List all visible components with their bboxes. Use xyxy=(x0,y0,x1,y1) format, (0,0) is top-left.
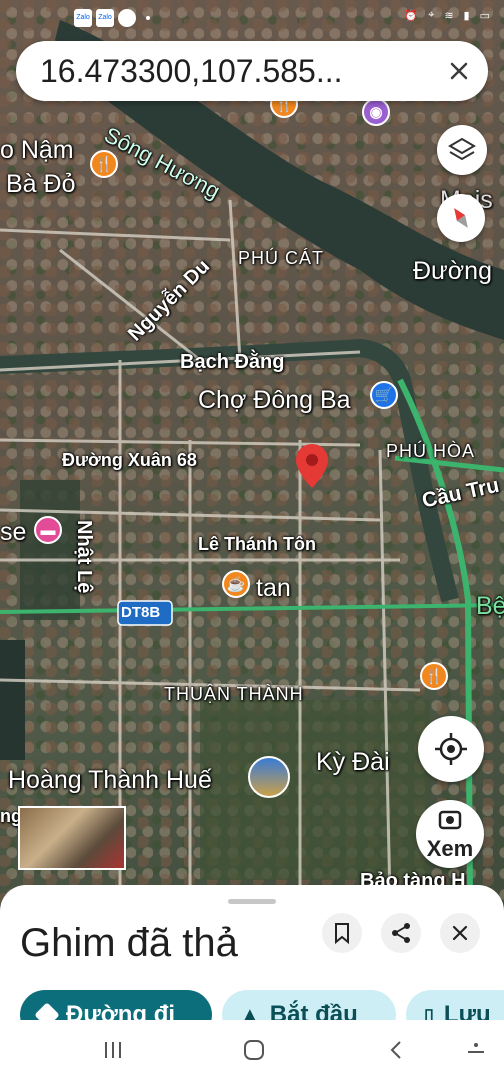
label-phu-cat: PHÚ CÁT xyxy=(238,248,325,268)
street-view-label: Xem xyxy=(426,836,474,861)
label-ky-dai: Kỳ Đài xyxy=(316,748,390,776)
label-phu-hoa: PHÚ HÒA xyxy=(386,441,476,461)
zalo-icon: Zalo xyxy=(74,9,92,27)
label-hoang-thanh-hue: Hoàng Thành Huế xyxy=(8,766,212,794)
lake-mid xyxy=(20,480,80,620)
lake-left xyxy=(0,640,25,760)
restaurant-icon[interactable]: 🍴 xyxy=(90,150,118,178)
dt8b-shield-label: DT8B xyxy=(121,604,161,621)
recent-apps-icon[interactable] xyxy=(105,1042,121,1058)
camera-icon[interactable]: ◉ xyxy=(362,98,390,126)
layers-button[interactable] xyxy=(437,125,487,175)
location-icon: ⌖ xyxy=(428,9,435,21)
landmark-photo-icon[interactable] xyxy=(248,756,290,798)
wifi-icon: ≋ xyxy=(444,10,454,22)
shopping-icon[interactable]: 🛒 xyxy=(370,381,398,409)
drag-handle[interactable] xyxy=(228,899,276,904)
label-bach-dang: Bạch Đằng xyxy=(180,351,285,373)
label-tan: tan xyxy=(256,574,291,602)
share-button[interactable] xyxy=(381,913,421,953)
dropped-pin-icon[interactable] xyxy=(296,444,328,488)
cafe-icon[interactable]: ☕ xyxy=(222,570,250,598)
street-view-thumbnail[interactable] xyxy=(18,806,126,870)
close-icon[interactable] xyxy=(444,56,474,86)
label-be: Bệ xyxy=(476,592,504,620)
battery-icon: ▭ xyxy=(479,10,490,22)
compass-button[interactable] xyxy=(437,194,485,242)
home-icon[interactable] xyxy=(244,1040,264,1060)
alarm-icon: ⏰ xyxy=(404,10,419,22)
label-duong-xuan-68: Đường Xuân 68 xyxy=(62,450,197,470)
search-bar[interactable]: 16.473300,107.585... xyxy=(16,41,488,101)
label-ba-do: Bà Đỏ xyxy=(6,170,76,198)
dot-icon xyxy=(146,16,150,20)
status-icons: ⏰ ⌖ ≋ ▮ ▭ xyxy=(340,9,490,27)
crosshair-icon xyxy=(435,733,467,765)
bookmark-icon xyxy=(335,923,349,945)
label-le-thanh-ton: Lê Thánh Tôn xyxy=(198,534,316,554)
search-query-text[interactable]: 16.473300,107.585... xyxy=(40,53,343,90)
citadel-park xyxy=(200,700,430,880)
label-se: se xyxy=(0,518,27,546)
zalo-icon: Zalo xyxy=(96,9,114,27)
share-icon xyxy=(392,923,410,943)
label-duong: Đường xyxy=(413,257,492,285)
save-bookmark-button[interactable] xyxy=(322,913,362,953)
street-view-button[interactable]: Xem xyxy=(416,800,484,868)
camera-scan-icon xyxy=(438,810,462,830)
label-nhat-le: Nhật Lệ xyxy=(73,520,95,594)
restaurant-icon[interactable]: 🍴 xyxy=(420,662,448,690)
close-sheet-button[interactable] xyxy=(440,913,480,953)
system-nav-bar xyxy=(0,1020,504,1080)
messenger-icon xyxy=(118,9,136,27)
status-bar: Zalo Zalo ⏰ ⌖ ≋ ▮ ▭ xyxy=(0,0,504,38)
layers-icon xyxy=(448,137,476,161)
label-cho-dong-ba: Chợ Đông Ba xyxy=(198,386,351,414)
keyboard-hide-icon[interactable] xyxy=(468,1043,484,1053)
signal-icon: ▮ xyxy=(463,10,470,22)
my-location-button[interactable] xyxy=(418,716,484,782)
close-icon xyxy=(452,925,468,941)
label-thuan-thanh: THUẬN THÀNH xyxy=(164,684,304,704)
nav-buttons xyxy=(105,1040,484,1060)
back-icon[interactable] xyxy=(390,1041,401,1059)
sheet-title: Ghim đã thả xyxy=(20,921,238,965)
hotel-icon[interactable]: ▬ xyxy=(34,516,62,544)
label-o-nam: o Nậm xyxy=(0,136,74,164)
compass-icon xyxy=(454,208,468,228)
